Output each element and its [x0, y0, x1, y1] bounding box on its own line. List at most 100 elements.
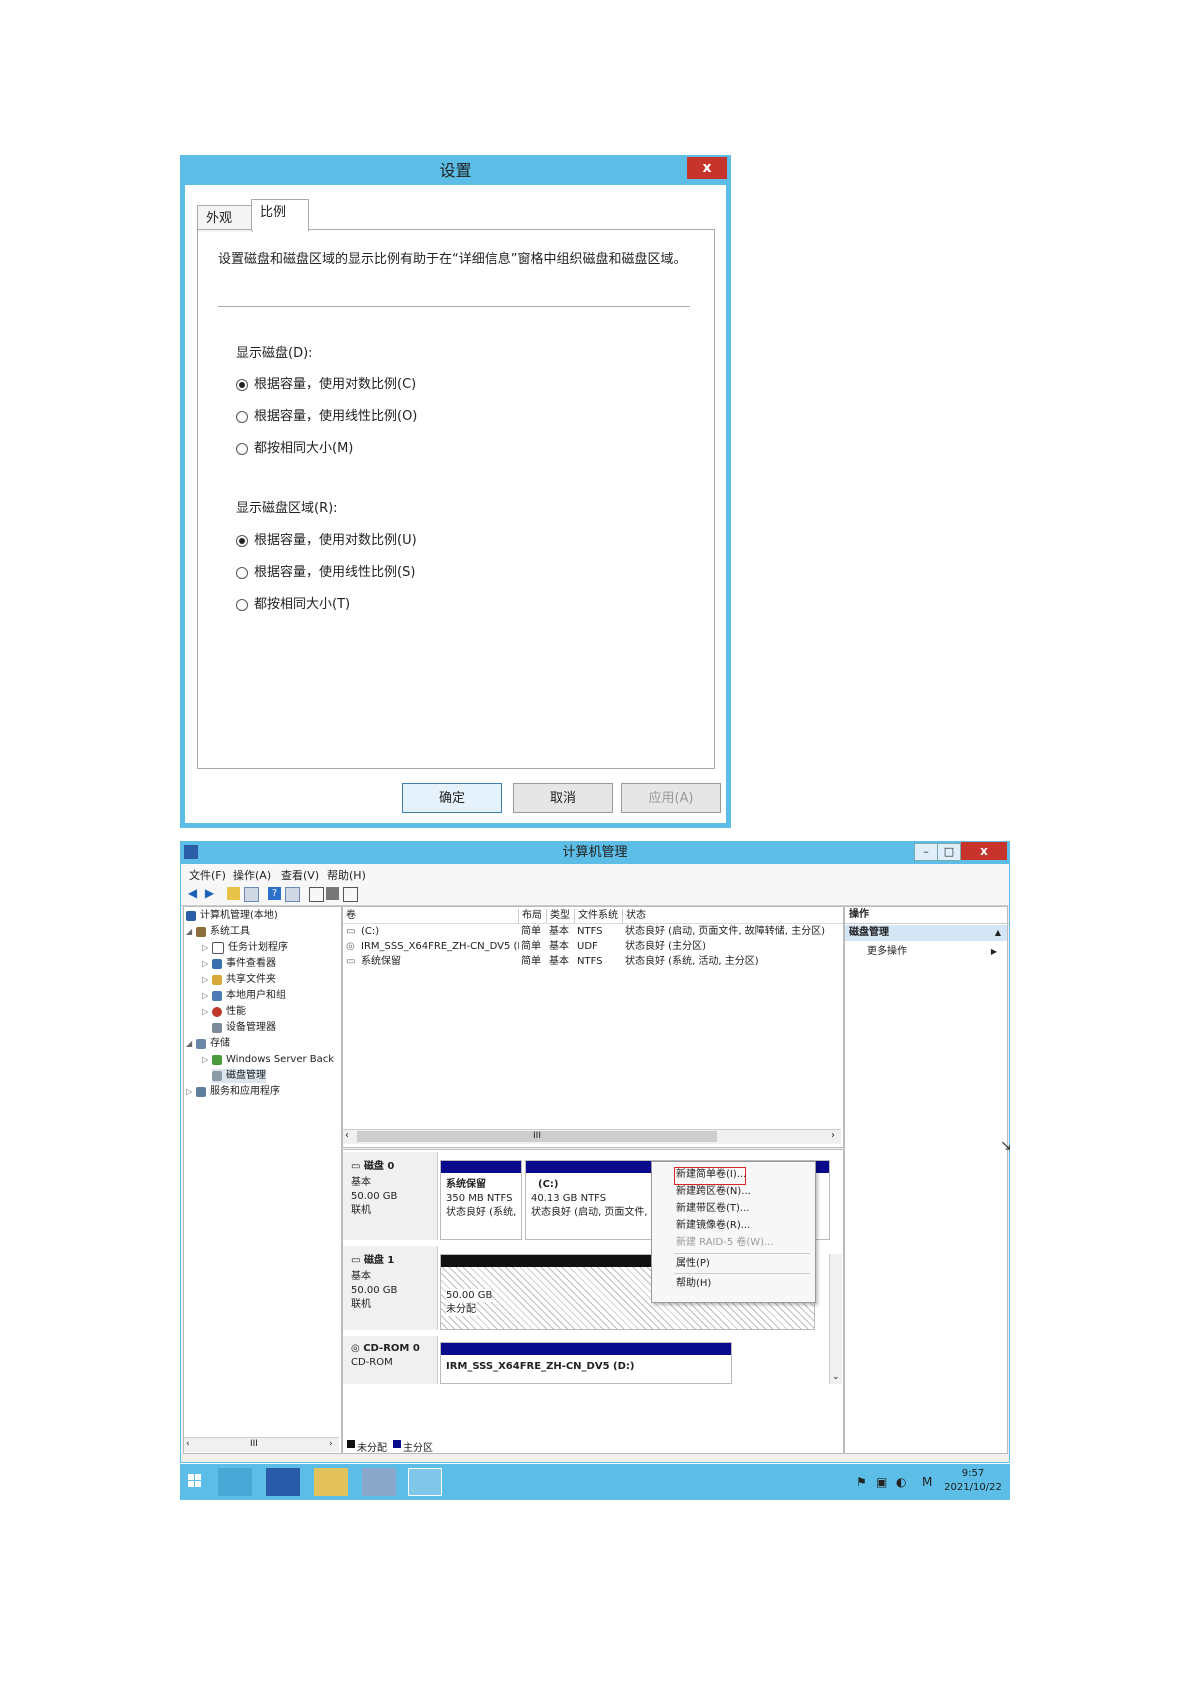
disk1-label[interactable]: ▭ 磁盘 1 基本 50.00 GB 联机	[343, 1246, 438, 1330]
disk0-label[interactable]: ▭ 磁盘 0 基本 50.00 GB 联机	[343, 1152, 438, 1240]
flag-icon[interactable]: ⚑	[856, 1475, 867, 1489]
cell-type: 基本	[549, 926, 569, 937]
column-layout[interactable]: 布局	[519, 909, 547, 923]
tree-item-shared-folders[interactable]: ▷ 共享文件夹	[202, 973, 276, 987]
menu-item-new-mirrored-volume[interactable]: 新建镜像卷(R)...	[676, 1218, 750, 1234]
properties-icon[interactable]	[326, 887, 339, 900]
expand-arrow-icon: ▷	[202, 959, 209, 968]
tree-label: 设备管理器	[226, 1022, 276, 1033]
apply-button[interactable]: 应用(A)	[621, 783, 721, 813]
radio-region-linear[interactable]: 根据容量，使用线性比例(S)	[236, 564, 415, 582]
cell-status: 状态良好 (主分区)	[625, 941, 706, 952]
view-icon[interactable]	[285, 887, 300, 902]
tree-item-windows-server-backup[interactable]: ▷ Windows Server Back	[202, 1053, 334, 1067]
menu-item-new-striped-volume[interactable]: 新建带区卷(T)...	[676, 1201, 749, 1217]
cdrom0-label[interactable]: ◎ CD-ROM 0 CD-ROM	[343, 1336, 438, 1384]
radio-disk-same[interactable]: 都按相同大小(M)	[236, 440, 353, 458]
minimize-button[interactable]: –	[914, 843, 938, 861]
ok-button[interactable]: 确定	[402, 783, 502, 813]
tab-scale[interactable]: 比例	[251, 199, 309, 231]
maximize-button[interactable]: □	[937, 843, 961, 861]
disk1-size: 50.00 GB	[351, 1285, 398, 1296]
actions-pane: 操作 磁盘管理 ▲ 更多操作 ▶	[844, 906, 1011, 1454]
tab-appearance[interactable]: 外观	[197, 205, 253, 232]
expand-arrow-icon: ▷	[202, 991, 209, 1000]
radio-disk-linear[interactable]: 根据容量，使用线性比例(O)	[236, 408, 417, 426]
actions-section-disk-management[interactable]: 磁盘管理 ▲	[845, 925, 1007, 941]
menu-action[interactable]: 操作(A)	[233, 867, 271, 883]
tree-item-disk-management[interactable]: 磁盘管理	[212, 1069, 266, 1083]
help-icon[interactable]: ?	[268, 887, 281, 900]
column-filesystem[interactable]: 文件系统	[575, 909, 623, 923]
radio-unselected-icon	[236, 443, 248, 455]
tree-item-performance[interactable]: ▷ 性能	[202, 1005, 246, 1019]
menu-file[interactable]: 文件(F)	[189, 867, 226, 883]
disk-icon[interactable]	[343, 887, 358, 902]
menu-help[interactable]: 帮助(H)	[327, 867, 366, 883]
dialog-close-button[interactable]: x	[687, 157, 727, 179]
device-manager-icon	[212, 1023, 222, 1033]
start-button[interactable]	[184, 1468, 204, 1496]
tree-item-storage[interactable]: ◢ 存储	[186, 1037, 230, 1051]
scale-description: 设置磁盘和磁盘区域的显示比例有助于在“详细信息”窗格中组织磁盘和磁盘区域。	[218, 252, 687, 267]
file-explorer-icon[interactable]	[314, 1468, 348, 1496]
cell-status: 状态良好 (启动, 页面文件, 故障转储, 主分区)	[625, 926, 826, 937]
tree-item-root[interactable]: 计算机管理(本地)	[186, 909, 278, 923]
tree-label: 事件查看器	[226, 958, 276, 969]
menu-item-new-simple-volume[interactable]: 新建简单卷(I)...	[676, 1167, 746, 1183]
powershell-icon[interactable]	[266, 1468, 300, 1496]
legend-unallocated: 未分配	[357, 1443, 387, 1454]
volume-icon[interactable]: ◐	[896, 1475, 906, 1489]
menu-item-help[interactable]: 帮助(H)	[676, 1276, 711, 1292]
tree-item-task-scheduler[interactable]: ▷ 任务计划程序	[202, 941, 288, 955]
menu-item-properties[interactable]: 属性(P)	[676, 1256, 710, 1272]
table-row[interactable]: ▭ (C:) 简单 基本 NTFS 状态良好 (启动, 页面文件, 故障转储, …	[343, 925, 843, 939]
table-row[interactable]: ▭ 系统保留 简单 基本 NTFS 状态良好 (系统, 活动, 主分区)	[343, 955, 843, 969]
menu-item-new-raid5-volume: 新建 RAID-5 卷(W)...	[676, 1237, 774, 1248]
show-hide-tree-icon[interactable]	[244, 887, 259, 902]
scroll-right-icon[interactable]: ›	[831, 1130, 835, 1141]
computer-management-taskbar-icon[interactable]	[362, 1468, 396, 1496]
disk-view-vertical-scrollbar[interactable]: ⌄	[829, 1254, 842, 1384]
network-icon[interactable]: ▣	[876, 1475, 887, 1489]
tree-horizontal-scrollbar[interactable]: ‹ III ›	[184, 1437, 339, 1452]
column-status[interactable]: 状态	[623, 909, 843, 923]
cdrom-volume[interactable]: IRM_SSS_X64FRE_ZH-CN_DV5 (D:)	[440, 1342, 732, 1384]
tree-item-local-users[interactable]: ▷ 本地用户和组	[202, 989, 286, 1003]
forward-arrow-icon[interactable]: ▶	[203, 887, 216, 900]
partition-system-reserved[interactable]: 系统保留 350 MB NTFS 状态良好 (系统,	[440, 1160, 522, 1240]
tree-item-services-apps[interactable]: ▷ 服务和应用程序	[186, 1085, 280, 1099]
cell-volume: IRM_SSS_X64FRE_ZH-CN_DV5 (D:)	[361, 941, 519, 952]
more-actions[interactable]: 更多操作 ▶	[867, 945, 997, 959]
tree-label: 磁盘管理	[226, 1070, 266, 1081]
close-button[interactable]: x	[961, 842, 1007, 860]
back-arrow-icon[interactable]: ◀	[186, 887, 199, 900]
up-folder-icon[interactable]	[227, 887, 240, 900]
tree-item-system-tools[interactable]: ◢ 系统工具	[186, 925, 250, 939]
tree-item-event-viewer[interactable]: ▷ 事件查看器	[202, 957, 276, 971]
refresh-icon[interactable]	[309, 887, 324, 902]
menu-item-new-spanned-volume[interactable]: 新建跨区卷(N)...	[676, 1184, 751, 1200]
radio-region-same[interactable]: 都按相同大小(T)	[236, 596, 350, 614]
radio-region-log[interactable]: 根据容量，使用对数比例(U)	[236, 532, 417, 550]
disk-management-taskbar-icon[interactable]	[408, 1468, 442, 1496]
column-type[interactable]: 类型	[547, 909, 575, 923]
column-volume[interactable]: 卷	[343, 909, 519, 923]
scroll-left-icon[interactable]: ‹	[186, 1439, 190, 1449]
clock[interactable]: 9:57 2021/10/22	[940, 1467, 1006, 1495]
cell-type: 基本	[549, 941, 569, 952]
scroll-down-icon[interactable]: ⌄	[832, 1372, 840, 1382]
scroll-thumb[interactable]: III	[357, 1131, 717, 1142]
radio-disk-log[interactable]: 根据容量，使用对数比例(C)	[236, 376, 416, 394]
menu-view[interactable]: 查看(V)	[281, 867, 319, 883]
volume-horizontal-scrollbar[interactable]: ‹ III ›	[343, 1129, 841, 1144]
collapse-up-icon[interactable]: ▲	[995, 925, 1001, 941]
input-method-indicator[interactable]: M	[922, 1475, 932, 1489]
scroll-left-icon[interactable]: ‹	[345, 1130, 349, 1141]
cancel-button[interactable]: 取消	[513, 783, 613, 813]
table-row[interactable]: ◎ IRM_SSS_X64FRE_ZH-CN_DV5 (D:) 简单 基本 UD…	[343, 940, 843, 954]
scroll-right-icon[interactable]: ›	[329, 1439, 333, 1449]
server-manager-icon[interactable]	[218, 1468, 252, 1496]
scroll-thumb[interactable]: III	[250, 1439, 258, 1449]
tree-item-device-manager[interactable]: 设备管理器	[212, 1021, 276, 1035]
